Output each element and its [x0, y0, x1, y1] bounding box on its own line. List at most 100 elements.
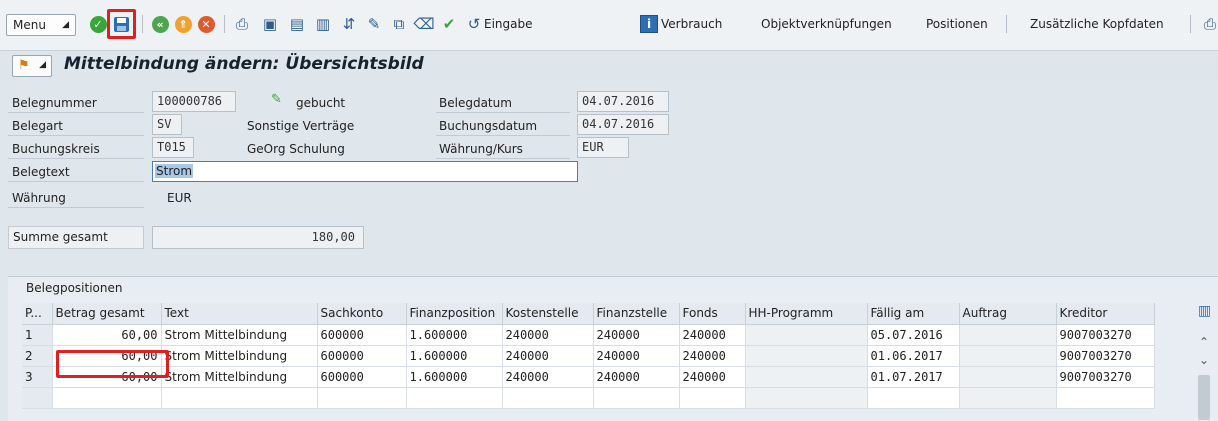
col-header[interactable]: Kreditor: [1056, 303, 1155, 325]
column-settings-icon[interactable]: ▥: [1198, 303, 1211, 319]
cell-finanzposition[interactable]: 1.600000: [406, 324, 503, 346]
col-header[interactable]: Fällig am: [867, 303, 960, 325]
waehrung-kurs-field[interactable]: EUR: [577, 137, 629, 158]
cell-kostenstelle[interactable]: 240000: [502, 366, 594, 388]
col-header[interactable]: Auftrag: [959, 303, 1057, 325]
col-header[interactable]: Finanzposition: [406, 303, 503, 325]
cell-empty[interactable]: [1056, 387, 1155, 409]
table-scrollbar[interactable]: ▥ ⌃ ⌄: [1188, 303, 1218, 421]
objektverknuepfungen-button[interactable]: Objektverknüpfungen: [761, 15, 892, 33]
buchungskreis-field[interactable]: T015: [152, 137, 194, 158]
cell-empty[interactable]: [593, 387, 680, 409]
cell-fonds[interactable]: 240000: [679, 324, 746, 346]
cell-sachkonto[interactable]: 600000: [317, 345, 407, 367]
cell-empty[interactable]: [745, 387, 868, 409]
next-page-icon[interactable]: ⇵: [339, 14, 359, 34]
col-header[interactable]: Text: [161, 303, 318, 325]
exit-icon[interactable]: ⇑: [173, 14, 193, 34]
cell-finanzstelle[interactable]: 240000: [593, 345, 680, 367]
col-header[interactable]: Finanzstelle: [593, 303, 680, 325]
scroll-thumb[interactable]: [1198, 375, 1210, 420]
cell-fonds[interactable]: 240000: [679, 345, 746, 367]
cell-fonds[interactable]: 240000: [679, 366, 746, 388]
cell-empty[interactable]: [317, 387, 407, 409]
belegnummer-field[interactable]: 100000786: [152, 91, 236, 112]
col-header[interactable]: P...: [22, 303, 53, 325]
col-header[interactable]: Sachkonto: [317, 303, 407, 325]
table-row-empty[interactable]: [22, 387, 1155, 409]
cell-pos[interactable]: 3: [22, 366, 53, 388]
kopfdaten-button[interactable]: Zusätzliche Kopfdaten: [1030, 15, 1164, 33]
cell-pos[interactable]: 1: [22, 324, 53, 346]
cell-text[interactable]: Strom Mittelbindung: [161, 345, 318, 367]
eingabe-button[interactable]: Eingabe: [484, 15, 533, 33]
cell-hh-programm[interactable]: [745, 366, 868, 388]
check-doc-icon[interactable]: ✔: [439, 14, 459, 34]
cell-text[interactable]: Strom Mittelbindung: [161, 366, 318, 388]
col-header[interactable]: Betrag gesamt: [52, 303, 162, 325]
cell-finanzposition[interactable]: 1.600000: [406, 345, 503, 367]
cell-empty[interactable]: [959, 387, 1057, 409]
cell-kreditor[interactable]: 9007003270: [1056, 324, 1155, 346]
col-header[interactable]: HH-Programm: [745, 303, 868, 325]
cell-sachkonto[interactable]: 600000: [317, 366, 407, 388]
buchungsdatum-field[interactable]: 04.07.2016: [577, 114, 669, 135]
find-icon[interactable]: ▣: [260, 14, 280, 34]
cell-empty[interactable]: [22, 387, 53, 409]
belegart-field[interactable]: SV: [152, 114, 182, 135]
table-row[interactable]: 1 60,00 Strom Mittelbindung 600000 1.600…: [22, 324, 1155, 346]
cell-hh-programm[interactable]: [745, 345, 868, 367]
print-icon[interactable]: ⎙: [232, 14, 252, 34]
positionen-button[interactable]: Positionen: [926, 15, 988, 33]
cell-text[interactable]: Strom Mittelbindung: [161, 324, 318, 346]
cell-empty[interactable]: [867, 387, 960, 409]
cell-hh-programm[interactable]: [745, 324, 868, 346]
cell-betrag[interactable]: 60,00: [52, 324, 162, 346]
col-header[interactable]: Fonds: [679, 303, 746, 325]
scroll-up-icon[interactable]: ⌃: [1198, 335, 1210, 349]
refresh-icon[interactable]: ↺: [464, 14, 484, 34]
cell-faellig[interactable]: 05.07.2016: [867, 324, 960, 346]
cell-auftrag[interactable]: [959, 345, 1057, 367]
first-page-icon[interactable]: ▥: [313, 14, 333, 34]
check-icon[interactable]: ✓: [88, 14, 108, 34]
waehrung-kurs-label: Währung/Kurs: [439, 142, 523, 156]
info-icon[interactable]: i: [640, 15, 658, 33]
cell-empty[interactable]: [161, 387, 318, 409]
cell-auftrag[interactable]: [959, 324, 1057, 346]
belegdatum-field[interactable]: 04.07.2016: [577, 91, 669, 112]
cell-finanzposition[interactable]: 1.600000: [406, 366, 503, 388]
cell-sachkonto[interactable]: 600000: [317, 324, 407, 346]
find-next-icon[interactable]: ▤: [287, 14, 307, 34]
scroll-down-icon[interactable]: ⌄: [1198, 353, 1210, 367]
application-toolbar: Menu ◢ ✓ « ⇑ ✕ ⎙ ▣ ▤ ▥ ⇵ ✎ ⧉ ⌫ ✔ ↺ Einga…: [0, 0, 1218, 50]
cell-pos[interactable]: 2: [22, 345, 53, 367]
cell-empty[interactable]: [52, 387, 162, 409]
table-row[interactable]: 2 60,00 Strom Mittelbindung 600000 1.600…: [22, 345, 1155, 367]
cell-kostenstelle[interactable]: 240000: [502, 345, 594, 367]
cell-kreditor[interactable]: 9007003270: [1056, 345, 1155, 367]
cell-finanzstelle[interactable]: 240000: [593, 366, 680, 388]
table-row[interactable]: 3 60,00 Strom Mittelbindung 600000 1.600…: [22, 366, 1155, 388]
cell-empty[interactable]: [502, 387, 594, 409]
cell-auftrag[interactable]: [959, 366, 1057, 388]
gos-menu-button[interactable]: ⚑ ◢: [12, 55, 52, 77]
cell-finanzstelle[interactable]: 240000: [593, 324, 680, 346]
copy-icon[interactable]: ⧉: [389, 14, 409, 34]
cell-empty[interactable]: [679, 387, 746, 409]
delete-icon[interactable]: ⌫: [413, 14, 434, 34]
edit-icon[interactable]: ✎: [364, 14, 384, 34]
verbrauch-button[interactable]: Verbrauch: [661, 15, 722, 33]
cell-faellig[interactable]: 01.07.2017: [867, 366, 960, 388]
more-icon[interactable]: ⎙: [1200, 14, 1218, 34]
cell-empty[interactable]: [406, 387, 503, 409]
cancel-icon[interactable]: ✕: [196, 14, 216, 34]
cell-faellig[interactable]: 01.06.2017: [867, 345, 960, 367]
cell-kostenstelle[interactable]: 240000: [502, 324, 594, 346]
col-header[interactable]: Kostenstelle: [502, 303, 594, 325]
cell-kreditor[interactable]: 9007003270: [1056, 366, 1155, 388]
belegtext-input[interactable]: Strom: [152, 161, 578, 182]
menu-button[interactable]: Menu ◢: [6, 14, 76, 36]
buchungskreis-text: GeOrg Schulung: [247, 142, 345, 156]
back-icon[interactable]: «: [150, 14, 170, 34]
